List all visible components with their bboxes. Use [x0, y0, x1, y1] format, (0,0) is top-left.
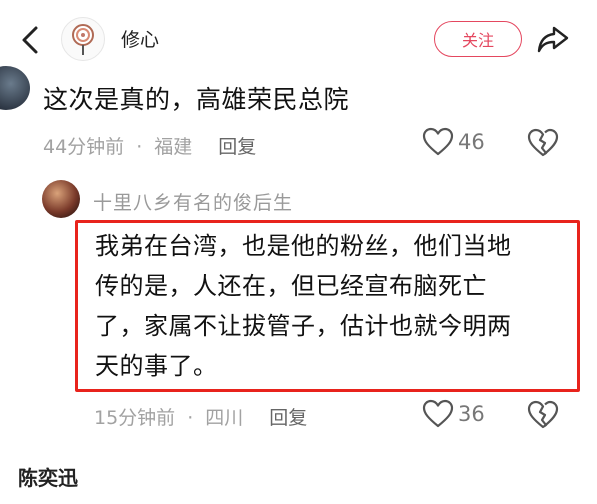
reply-line: 我弟在台湾，也是他的粉丝，他们当地	[95, 232, 512, 260]
reply-meta: 15分钟前 · 四川 回复	[94, 403, 307, 430]
lollipop-icon	[72, 24, 94, 55]
reply-author[interactable]: 十里八乡有名的俊后生	[93, 188, 293, 215]
reply-line: 天的事了。	[95, 352, 218, 380]
like-button[interactable]: 46	[422, 127, 485, 157]
reply-button[interactable]: 回复	[269, 407, 307, 429]
broken-heart-icon[interactable]	[527, 400, 559, 430]
like-count: 36	[458, 402, 485, 426]
user-avatar[interactable]	[61, 17, 105, 61]
meta-separator: ·	[187, 407, 194, 429]
reply-avatar[interactable]	[42, 180, 80, 218]
heart-icon	[422, 399, 454, 428]
heart-icon	[422, 127, 454, 156]
reply-button[interactable]: 回复	[218, 136, 256, 158]
back-arrow-icon[interactable]	[14, 22, 44, 58]
reply-line: 了，家属不让拔管子，估计也就今明两	[95, 312, 512, 340]
comment-text: 这次是真的，高雄荣民总院	[43, 85, 350, 114]
share-icon[interactable]	[536, 23, 570, 55]
reply-time: 15分钟前	[94, 407, 176, 429]
comment-meta: 44分钟前 · 福建 回复	[43, 132, 256, 159]
meta-separator: ·	[136, 136, 143, 158]
comment-time: 44分钟前	[43, 136, 125, 158]
next-comment-author[interactable]: 陈奕迅	[18, 462, 78, 491]
reply-line: 传的是，人还在，但已经宣布脑死亡	[95, 272, 487, 300]
top-bar: 修心 关注	[0, 0, 597, 78]
reply-text: 我弟在台湾，也是他的粉丝，他们当地 传的是，人还在，但已经宣布脑死亡 了，家属不…	[95, 226, 580, 386]
comment-location: 福建	[154, 136, 193, 158]
like-count: 46	[458, 130, 485, 154]
broken-heart-icon[interactable]	[527, 128, 559, 158]
follow-button[interactable]: 关注	[434, 21, 522, 57]
reply-location: 四川	[205, 407, 244, 429]
like-button[interactable]: 36	[422, 399, 485, 429]
username[interactable]: 修心	[121, 25, 159, 52]
